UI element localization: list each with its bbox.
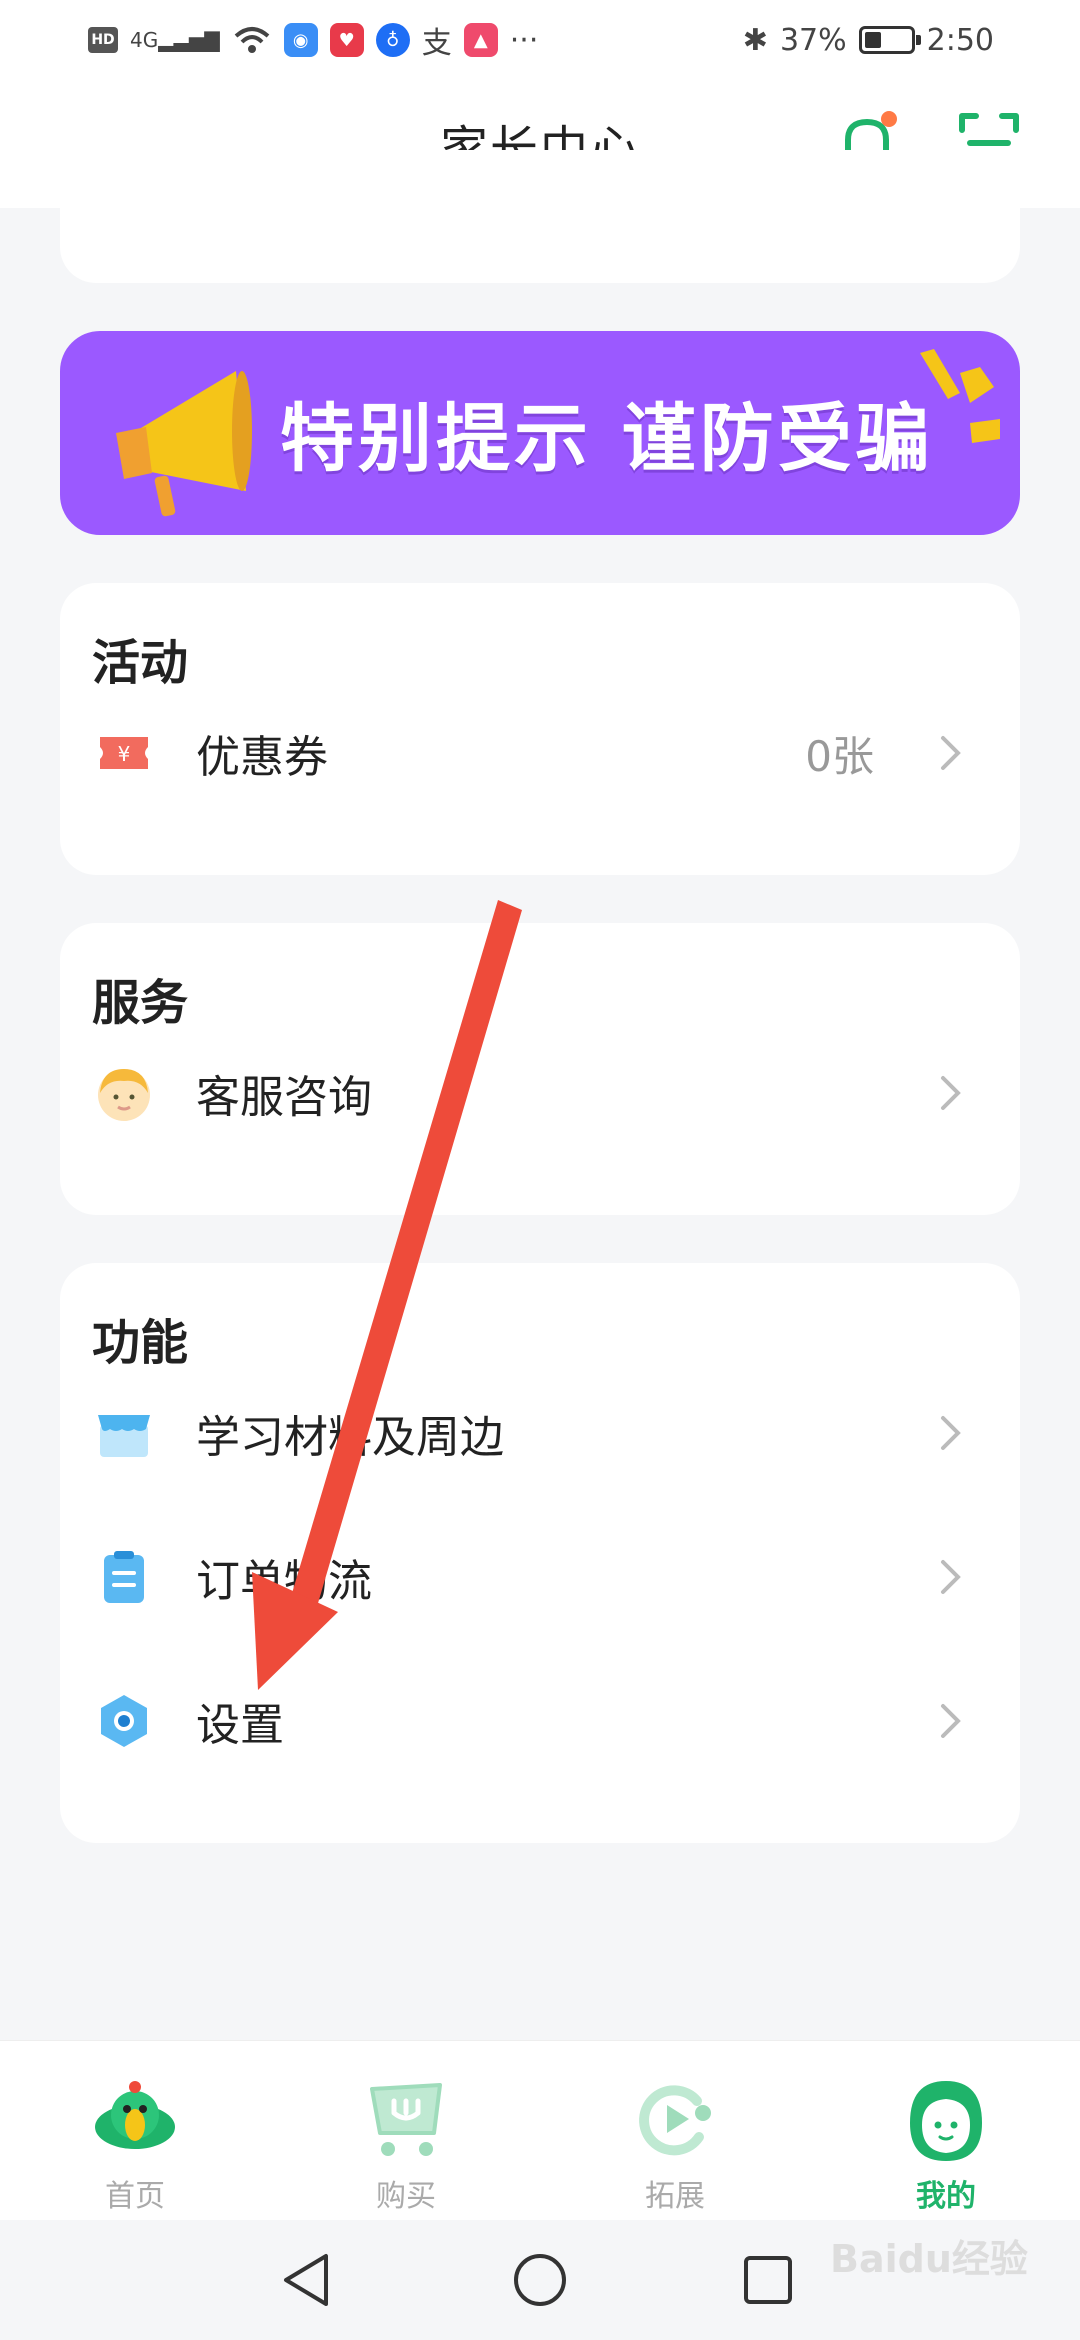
function-card: 功能 学习材料及周边 订单物流 设置 [60, 1263, 1020, 1843]
chevron-right-icon [941, 1704, 961, 1738]
settings-label: 设置 [196, 1700, 284, 1751]
settings-row[interactable]: 设置 [60, 1666, 1020, 1776]
chevron-right-icon [941, 1076, 961, 1110]
store-icon [98, 1415, 150, 1457]
clock: 2:50 [926, 22, 994, 58]
alipay-icon: 支 [421, 26, 452, 61]
learning-materials-label: 学习材料及周边 [196, 1412, 504, 1463]
back-triangle-icon[interactable] [276, 2248, 340, 2312]
status-more: ··· [509, 22, 539, 58]
bottom-navigation: 首页 购买 拓展 我的 [0, 2040, 1080, 2221]
app-cap-icon: ▲ [463, 23, 498, 57]
order-logistics-label: 订单物流 [196, 1556, 372, 1607]
nav-mine[interactable]: 我的 [876, 2071, 1016, 2214]
wifi-icon [234, 27, 270, 53]
svg-text:¥: ¥ [118, 742, 131, 766]
nav-buy-label: 购买 [376, 2179, 436, 2214]
activity-card: 活动 ¥ 优惠券 0张 [60, 583, 1020, 875]
nav-buy[interactable]: 购买 [336, 2071, 476, 2214]
learning-materials-row[interactable]: 学习材料及周边 [60, 1378, 1020, 1488]
customer-service-label: 客服咨询 [196, 1072, 372, 1123]
nav-mine-label: 我的 [916, 2179, 976, 2214]
battery-icon [858, 26, 921, 54]
status-right: ✱ 37% 2:50 [743, 23, 994, 58]
settings-hexagon-icon [101, 1695, 147, 1747]
watermark: Baidu经验 [830, 2237, 1028, 2281]
battery-percent: 37% [779, 22, 847, 58]
expand-play-icon [639, 2085, 711, 2156]
coupon-count: 0张 [805, 731, 874, 781]
anti-fraud-banner[interactable]: 特别提示 谨防受骗 [60, 331, 1020, 535]
nav-expand-label: 拓展 [645, 2179, 705, 2214]
megaphone-icon [116, 371, 252, 517]
chevron-right-icon [941, 1416, 961, 1450]
coupon-row[interactable]: ¥ 优惠券 0张 [60, 698, 1020, 808]
parrot-home-icon [95, 2081, 175, 2149]
service-card: 服务 客服咨询 [60, 923, 1020, 1215]
nav-home[interactable]: 首页 [65, 2071, 205, 2214]
recent-square-icon[interactable] [736, 2248, 800, 2312]
nav-home-label: 首页 [105, 2179, 165, 2214]
app-blue-icon: ◉ [283, 23, 318, 57]
nav-expand[interactable]: 拓展 [605, 2071, 745, 2214]
service-section-title: 服务 [92, 975, 189, 1031]
order-logistics-row[interactable]: 订单物流 [60, 1522, 1020, 1632]
profile-icon [910, 2081, 982, 2161]
sparkle-icon [920, 349, 1000, 443]
4g-signal-icon: 4G▂▃▅▇ [130, 28, 220, 52]
chevron-right-icon [941, 1560, 961, 1594]
customer-service-row[interactable]: 客服咨询 [60, 1038, 1020, 1148]
banner-text: 特别提示 谨防受骗 [280, 396, 934, 482]
status-left: HD 4G▂▃▅▇ ◉ ♥ ♁ 支 ▲ ··· [88, 18, 538, 62]
function-section-title: 功能 [92, 1315, 189, 1371]
home-circle-icon[interactable] [508, 2248, 572, 2312]
bluetooth-icon: ✱ [742, 22, 768, 58]
status-bar: HD 4G▂▃▅▇ ◉ ♥ ♁ 支 ▲ ··· ✱ 37% 2:50 [0, 0, 1080, 80]
clipboard-icon [104, 1551, 144, 1603]
activity-section-title: 活动 [92, 635, 189, 691]
hd-icon: HD [88, 27, 118, 53]
coupon-icon: ¥ [100, 737, 148, 769]
app-red-icon: ♥ [329, 23, 364, 57]
coupon-label: 优惠券 [196, 732, 328, 783]
system-navigation-bar: Baidu经验 [0, 2220, 1080, 2340]
customer-service-avatar-icon [98, 1069, 150, 1121]
cart-icon [370, 2083, 442, 2156]
app-bulb-icon: ♁ [375, 23, 410, 57]
profile-card [60, 150, 1020, 283]
chevron-right-icon [941, 736, 961, 770]
